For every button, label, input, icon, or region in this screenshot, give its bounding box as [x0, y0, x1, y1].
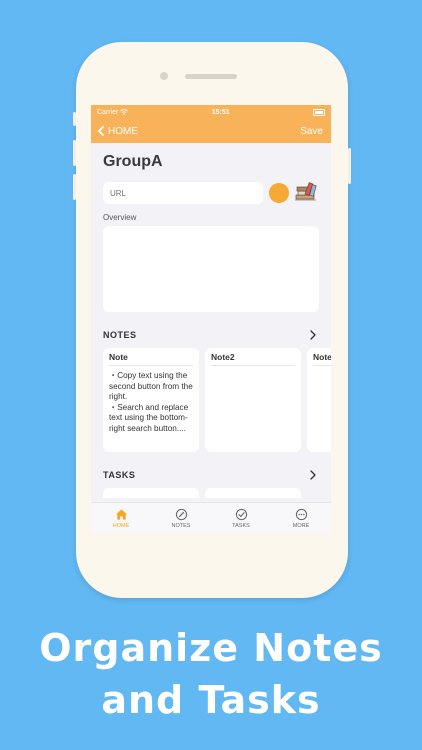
note-card-title: Note2 [211, 352, 295, 366]
note-card-title: Note [109, 352, 193, 366]
note-card[interactable]: Note ・Copy text using the second button … [103, 348, 199, 452]
volume-up-button [73, 140, 76, 166]
url-input[interactable] [103, 182, 263, 204]
back-button[interactable]: HOME [97, 126, 138, 137]
note-card[interactable]: Note [307, 348, 331, 452]
notes-section-header[interactable]: NOTES [103, 330, 319, 340]
front-camera [160, 72, 168, 80]
notes-section-title: NOTES [103, 330, 137, 340]
group-title[interactable]: GroupA [103, 153, 319, 171]
earpiece-speaker [185, 74, 237, 79]
save-button[interactable]: Save [300, 126, 323, 137]
tasks-section-title: TASKS [103, 470, 136, 480]
app-screen: Carrier 15:51 HOME Save GroupA Overv [91, 105, 331, 533]
tab-notes-label: NOTES [171, 522, 191, 529]
more-icon [295, 508, 307, 520]
mute-switch [73, 112, 76, 126]
chevron-right-icon [310, 470, 316, 480]
chevron-right-icon [310, 330, 316, 340]
promo-caption-line1: Organize Notes [39, 626, 383, 670]
home-icon [115, 508, 127, 520]
overview-label: Overview [103, 213, 137, 222]
battery-icon [313, 108, 325, 116]
status-bar: Carrier 15:51 [91, 105, 331, 119]
books-icon[interactable] [293, 181, 319, 205]
color-picker-button[interactable] [269, 183, 289, 203]
note-card-title: Note [313, 352, 331, 366]
promo-caption-line2: and Tasks [101, 678, 321, 722]
tab-home-label: HOME [112, 522, 130, 529]
status-time: 15:51 [211, 108, 230, 116]
tab-tasks[interactable]: TASKS [211, 503, 271, 533]
tasks-carousel [103, 488, 319, 498]
task-card[interactable] [103, 488, 199, 498]
volume-down-button [73, 174, 76, 200]
overview-textarea[interactable] [103, 226, 319, 312]
wifi-icon [120, 108, 129, 115]
tab-more[interactable]: MORE [271, 503, 331, 533]
power-button [348, 148, 351, 184]
tasks-section-header[interactable]: TASKS [103, 470, 319, 480]
task-card[interactable] [205, 488, 301, 498]
tab-notes[interactable]: NOTES [151, 503, 211, 533]
tasks-icon [235, 508, 247, 520]
tab-tasks-label: TASKS [232, 522, 250, 529]
carrier-text: Carrier [97, 108, 119, 116]
tab-more-label: MORE [292, 522, 310, 529]
url-row [103, 181, 319, 205]
back-button-label: HOME [108, 125, 138, 137]
carrier-label: Carrier [97, 108, 129, 116]
nav-bar: HOME Save [91, 119, 331, 143]
notes-carousel: Note ・Copy text using the second button … [103, 348, 331, 454]
group-detail: GroupA Overview NOTES Note ・Copy text us… [91, 153, 331, 498]
tab-bar: HOME NOTES TASKS MORE [91, 502, 331, 533]
note-card[interactable]: Note2 [205, 348, 301, 452]
note-card-body: ・Copy text using the second button from … [109, 371, 193, 433]
tab-home[interactable]: HOME [91, 503, 151, 533]
notes-icon [175, 508, 187, 520]
chevron-left-icon [98, 126, 104, 136]
